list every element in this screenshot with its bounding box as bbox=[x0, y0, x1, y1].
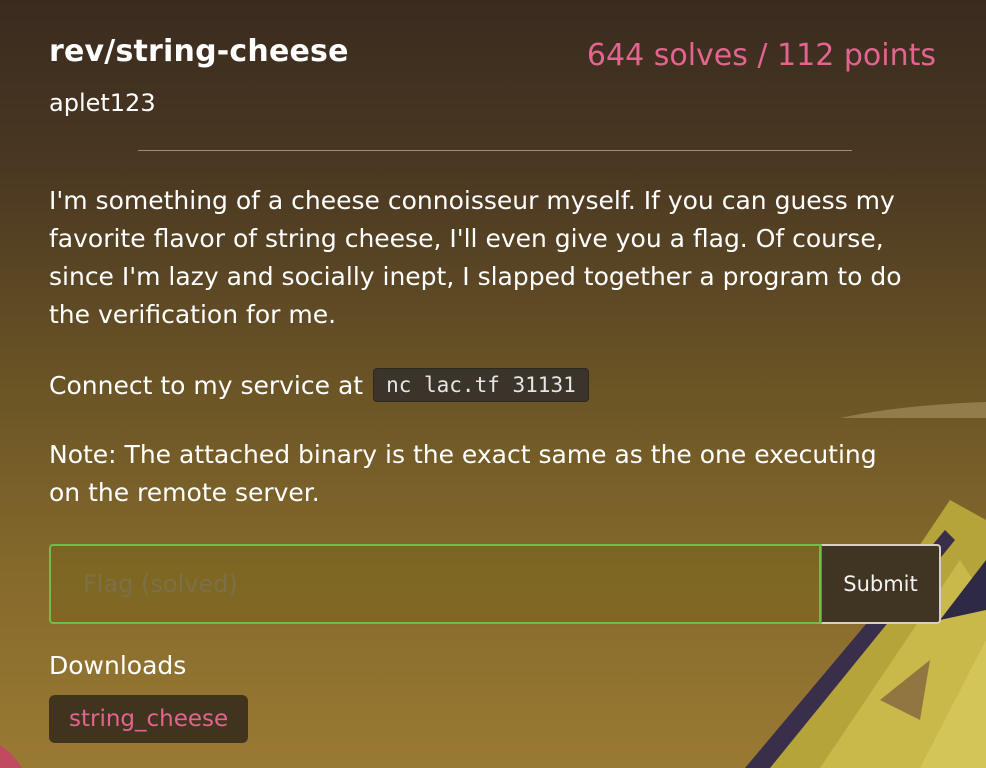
connect-command: nc lac.tf 31131 bbox=[373, 368, 589, 402]
challenge-title: rev/string-cheese bbox=[49, 34, 349, 69]
challenge-note: Note: The attached binary is the exact s… bbox=[49, 440, 877, 507]
challenge-author: aplet123 bbox=[49, 89, 156, 117]
challenge-card: rev/string-cheese aplet123 644 solves / … bbox=[0, 0, 986, 768]
download-file-string-cheese[interactable]: string_cheese bbox=[49, 695, 249, 743]
downloads-label: Downloads bbox=[49, 651, 187, 680]
challenge-stats: 644 solves / 112 points bbox=[586, 38, 936, 73]
connect-prefix: Connect to my service at bbox=[49, 370, 364, 400]
divider bbox=[138, 150, 852, 151]
challenge-description: I'm something of a cheese connoisseur my… bbox=[49, 186, 902, 329]
flag-input[interactable] bbox=[49, 544, 821, 624]
flag-form: Submit bbox=[49, 544, 941, 624]
submit-button[interactable]: Submit bbox=[821, 544, 941, 624]
connect-line: Connect to my service at nc lac.tf 31131 bbox=[49, 363, 589, 407]
